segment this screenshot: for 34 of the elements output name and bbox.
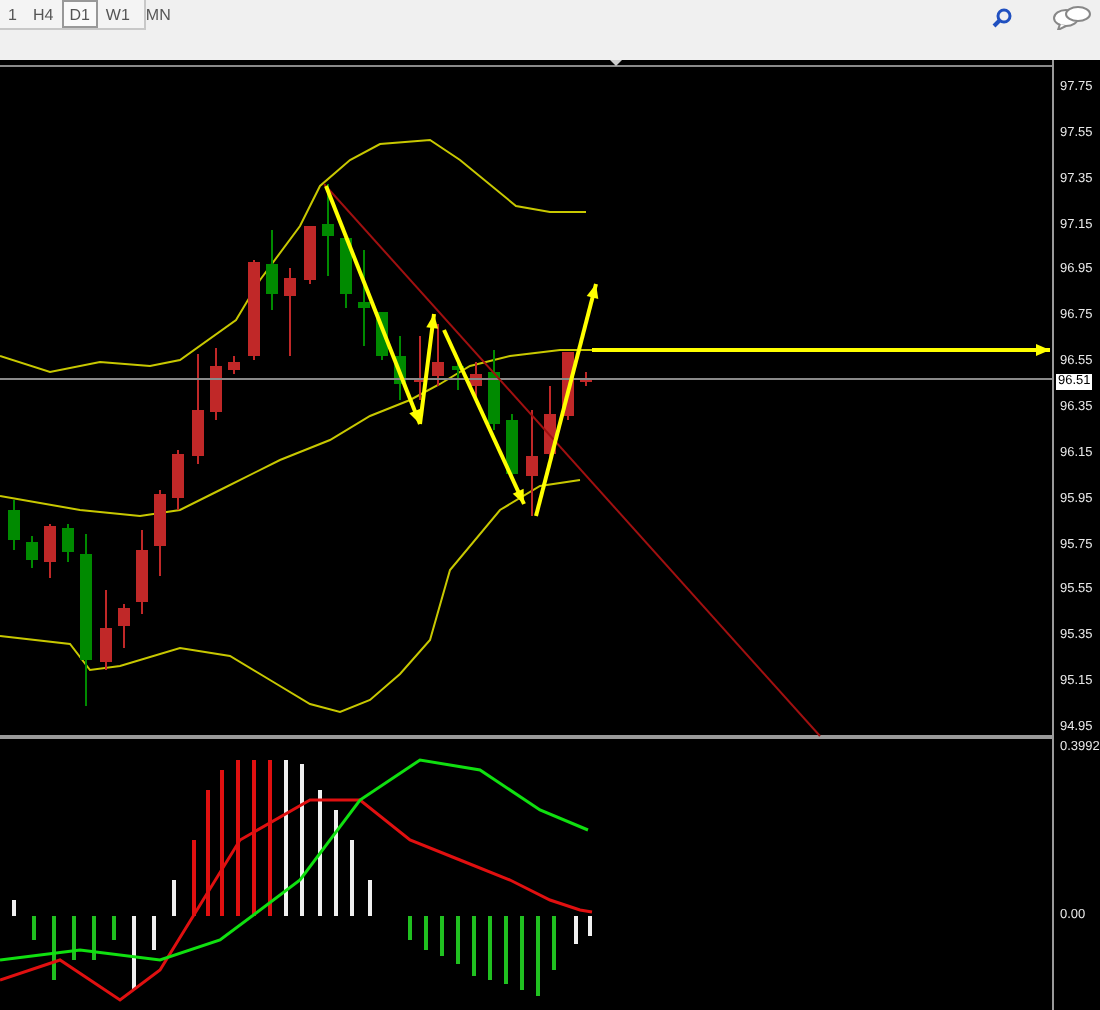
candlestick — [358, 249, 370, 347]
candlestick — [248, 259, 260, 361]
candlestick — [414, 335, 426, 401]
candlestick — [394, 335, 406, 401]
candlestick — [340, 237, 352, 309]
timeframe-tab[interactable]: MN — [137, 0, 179, 28]
candlestick — [136, 529, 148, 615]
candlestick — [526, 409, 538, 517]
candlestick — [210, 347, 222, 421]
search-icon[interactable] — [992, 8, 1012, 28]
candlestick — [172, 449, 184, 511]
candlestick — [452, 359, 464, 391]
candlestick — [580, 371, 592, 387]
chat-bubbles-icon[interactable] — [1052, 6, 1092, 30]
candlestick — [62, 523, 74, 563]
candlestick — [100, 589, 112, 671]
candlestick — [322, 183, 334, 277]
candlestick — [44, 523, 56, 579]
candlestick — [266, 229, 278, 311]
candlestick — [488, 349, 500, 431]
candlestick — [432, 323, 444, 387]
timeframe-tab[interactable]: H4 — [24, 0, 62, 28]
candlestick — [192, 353, 204, 465]
timeframe-tab[interactable]: 1 — [0, 0, 25, 28]
candlestick — [228, 355, 240, 375]
candlestick — [8, 499, 20, 551]
candlestick — [118, 603, 130, 649]
timeframe-tab[interactable]: D1 — [61, 0, 98, 28]
candlestick — [544, 385, 556, 461]
candlestick — [154, 489, 166, 577]
candlestick — [284, 267, 296, 357]
timeframe-tab[interactable]: W1 — [97, 0, 138, 28]
candlestick — [26, 535, 38, 569]
candlestick — [304, 225, 316, 285]
